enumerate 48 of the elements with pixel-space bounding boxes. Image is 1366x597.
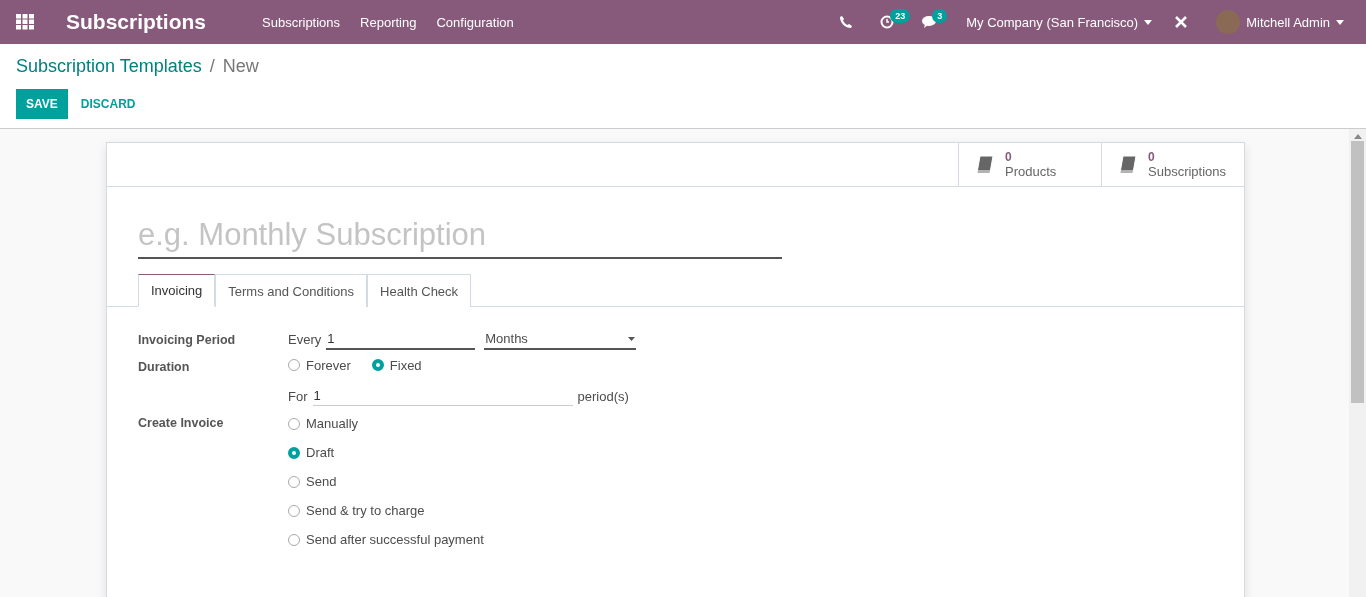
radio-option[interactable]: Draft bbox=[288, 445, 1197, 460]
nav-menu-item[interactable]: Configuration bbox=[436, 14, 514, 30]
book-icon bbox=[1118, 154, 1138, 175]
radio-button[interactable] bbox=[288, 533, 300, 546]
clock-icon[interactable] bbox=[880, 15, 895, 29]
field-label: Create Invoice bbox=[138, 415, 225, 430]
activity-count-badge: 23 bbox=[890, 9, 911, 23]
avatar bbox=[1216, 10, 1241, 34]
company-switcher[interactable]: My Company (San Francisco) bbox=[966, 14, 1153, 30]
breadcrumb-separator: / bbox=[209, 56, 215, 77]
radio-option[interactable]: Send bbox=[288, 474, 1197, 489]
apps-menu-icon[interactable] bbox=[16, 14, 34, 30]
radio-button[interactable] bbox=[288, 475, 300, 488]
radio-button[interactable] bbox=[288, 417, 300, 430]
field-prefix: For bbox=[288, 388, 308, 404]
radio-option[interactable]: Send & try to charge bbox=[288, 503, 1197, 518]
user-menu[interactable]: Mitchell Admin bbox=[1216, 10, 1344, 34]
nav-menu-item[interactable]: Subscriptions bbox=[262, 14, 341, 30]
breadcrumb-current: New bbox=[222, 56, 259, 77]
radio-button[interactable] bbox=[371, 359, 384, 371]
smart-button[interactable]: 0 Products bbox=[958, 143, 1101, 186]
field-prefix: Every bbox=[288, 332, 322, 347]
tab[interactable]: Terms and Conditions bbox=[215, 274, 368, 307]
tab[interactable]: Invoicing bbox=[138, 274, 216, 307]
scrollbar[interactable] bbox=[1349, 129, 1366, 597]
radio-button[interactable] bbox=[288, 504, 300, 517]
radio-option[interactable]: Forever bbox=[288, 357, 351, 373]
field-suffix: period(s) bbox=[577, 388, 629, 404]
caret-icon bbox=[1336, 19, 1344, 25]
field-label: Invoicing Period bbox=[138, 332, 237, 347]
field-label: Duration bbox=[138, 359, 191, 374]
caret-icon bbox=[628, 336, 636, 341]
radio-button[interactable] bbox=[288, 446, 300, 459]
phone-icon[interactable] bbox=[840, 16, 853, 28]
tab[interactable]: Health Check bbox=[367, 274, 472, 307]
nav-menu-item[interactable]: Reporting bbox=[360, 14, 417, 30]
radio-option[interactable]: Fixed bbox=[371, 357, 422, 373]
app-title: Subscriptions bbox=[66, 10, 207, 34]
unit-select[interactable]: Months bbox=[484, 329, 637, 350]
caret-icon bbox=[1144, 19, 1153, 25]
smart-button[interactable]: 0 Subscriptions bbox=[1101, 143, 1244, 186]
book-icon bbox=[975, 154, 995, 175]
message-count-badge: 3 bbox=[932, 9, 948, 23]
breadcrumb-link[interactable]: Subscription Templates bbox=[16, 56, 202, 77]
radio-button[interactable] bbox=[288, 359, 300, 371]
scroll-up-icon[interactable] bbox=[1353, 134, 1362, 139]
radio-option[interactable]: Manually bbox=[288, 416, 1197, 431]
radio-option[interactable]: Send after successful payment bbox=[288, 532, 1197, 547]
